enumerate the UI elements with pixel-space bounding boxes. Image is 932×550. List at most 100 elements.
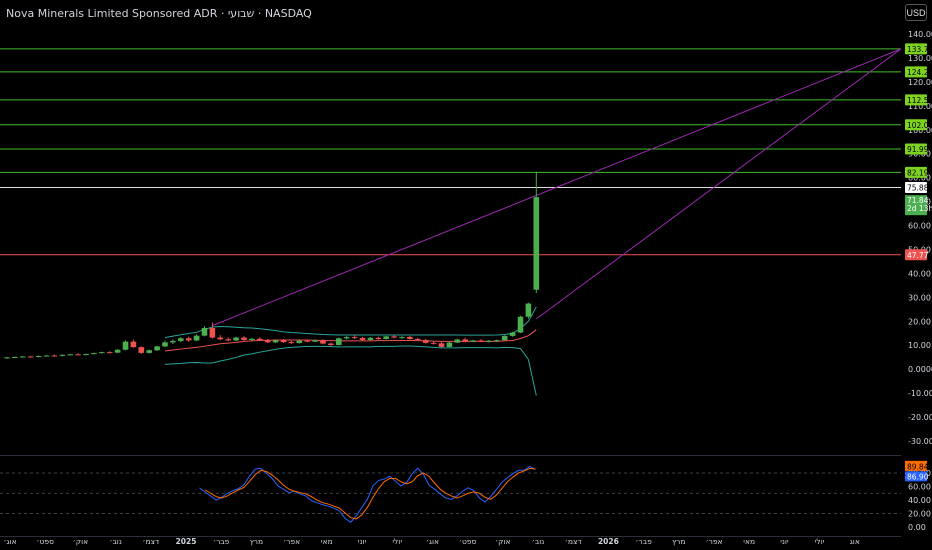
- price-tick-label: 140.00: [908, 30, 932, 39]
- candle-body: [494, 340, 500, 342]
- level-label-102.09: 102.09: [907, 121, 932, 130]
- time-axis-label: מרץ: [672, 537, 685, 546]
- candle-body: [320, 340, 326, 344]
- level-label-91.99: 91.99: [907, 145, 929, 154]
- stoch-k-label: 89.84: [907, 462, 929, 471]
- candle-body: [296, 340, 303, 344]
- candle-body: [257, 338, 263, 341]
- candle-body: [359, 338, 366, 340]
- price-tick-label: 40.00: [908, 269, 931, 278]
- candle-body: [264, 340, 271, 343]
- stoch-tick-label: 40.00: [908, 496, 931, 505]
- trendline-2[interactable]: [536, 48, 902, 320]
- bar-countdown-label: 2d 13h: [907, 204, 932, 213]
- candle-body: [336, 338, 342, 345]
- stoch-tick-label: 60.00: [908, 483, 931, 492]
- time-axis-label: פבר׳: [635, 537, 652, 546]
- candle-body: [407, 336, 413, 340]
- price-tick-label: 30.00: [908, 293, 931, 302]
- candle-body: [422, 339, 429, 343]
- candle-body: [533, 197, 540, 290]
- candle-body: [383, 336, 389, 340]
- candle-body: [312, 340, 318, 342]
- candle-body: [446, 342, 453, 347]
- candle-body: [201, 327, 208, 336]
- level-label-124.20: 124.20: [907, 68, 932, 77]
- time-axis-label: אוג׳: [426, 537, 439, 546]
- time-axis-label: יולי: [815, 537, 825, 546]
- candle-body: [185, 338, 192, 341]
- candle-body: [67, 354, 73, 356]
- time-axis-label: ספט׳: [36, 537, 54, 546]
- stoch-tick-label: 0.00: [908, 523, 926, 532]
- time-axis-label: ספט׳: [459, 537, 477, 546]
- candle-body: [154, 346, 160, 351]
- candle-body: [367, 337, 374, 340]
- level-label-75.88: 75.88: [907, 184, 929, 193]
- time-axis-label: 2026: [598, 537, 619, 546]
- candle-body: [375, 337, 382, 340]
- time-axis-label: מרץ: [250, 537, 263, 546]
- candle-body: [35, 356, 42, 358]
- level-label-133.79: 133.79: [907, 45, 932, 54]
- time-axis-label: דצמ׳: [142, 537, 159, 546]
- candle-body: [328, 343, 334, 345]
- time-axis-label: אפר׳: [705, 537, 722, 546]
- candle-body: [170, 340, 176, 343]
- candle-body: [217, 337, 224, 340]
- candle-body: [351, 337, 358, 339]
- time-axis-label: 2025: [176, 537, 197, 546]
- time-axis-label: נוב׳: [532, 537, 545, 546]
- stoch-tick-label: 20.00: [908, 510, 931, 519]
- candle-body: [225, 339, 231, 341]
- candle-body: [146, 350, 152, 353]
- time-axis-label: אוג׳: [3, 537, 16, 546]
- time-axis-label: יוני: [780, 537, 789, 546]
- level-label-82.19: 82.19: [907, 168, 929, 177]
- candle-body: [122, 341, 129, 350]
- candle-body: [99, 352, 105, 354]
- chart-canvas[interactable]: 140.00130.00120.00110.00100.0090.0080.00…: [0, 0, 932, 550]
- candle-body: [399, 336, 405, 338]
- price-tick-label: 60.00: [908, 222, 931, 231]
- price-tick-label: 10.00: [908, 341, 931, 350]
- candle-body: [43, 355, 50, 357]
- candle-body: [272, 340, 279, 343]
- candle-body: [20, 356, 26, 358]
- candle-body: [193, 335, 200, 341]
- currency-button[interactable]: USD: [905, 4, 927, 21]
- candle-body: [75, 354, 81, 356]
- time-axis-label: אפר׳: [283, 537, 300, 546]
- price-tick-label: 20.00: [908, 317, 931, 326]
- candle-body: [430, 342, 437, 344]
- time-axis-label: מאי: [321, 537, 333, 546]
- candle-body: [525, 303, 532, 317]
- candle-body: [304, 340, 310, 342]
- time-axis-label: אוק׳: [495, 537, 511, 546]
- candle-body: [486, 340, 492, 342]
- level-label-112.51: 112.51: [907, 96, 932, 105]
- candle-body: [454, 339, 461, 343]
- candle-body: [130, 341, 137, 348]
- candle-body: [288, 342, 295, 344]
- candle-body: [391, 336, 397, 338]
- price-tick-label: 0.0000: [908, 365, 932, 374]
- candle-body: [83, 354, 89, 356]
- candle-body: [91, 353, 97, 355]
- candle-body: [27, 356, 34, 358]
- candle-body: [209, 327, 216, 338]
- time-axis-label: יוני: [358, 537, 367, 546]
- time-axis-label: נוב׳: [109, 537, 122, 546]
- price-tick-label: -20.00: [908, 413, 932, 422]
- candle-body: [241, 337, 247, 340]
- candle-body: [138, 347, 145, 353]
- candle-body: [4, 357, 10, 359]
- candle-body: [114, 349, 121, 353]
- candle-body: [106, 352, 113, 354]
- candle-body: [178, 338, 184, 341]
- candle-body: [517, 316, 524, 333]
- candle-body: [470, 340, 476, 342]
- candle-body: [438, 343, 445, 347]
- candle-body: [478, 340, 484, 342]
- price-tick-label: -10.00: [908, 389, 932, 398]
